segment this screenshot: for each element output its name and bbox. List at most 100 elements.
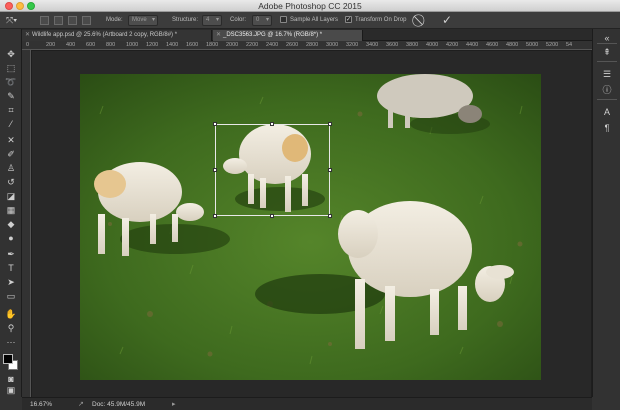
transform-handle[interactable] xyxy=(328,214,332,218)
transform-handle[interactable] xyxy=(213,214,217,218)
options-bar: ⤧▾ Mode: Move Structure: 4 Color: 0 Samp… xyxy=(0,12,620,29)
tools-panel: ✥ ⬚ ➰ ✎ ⌗ ⁄ ✕ ✐ ♙ ↺ ◪ ▦ ◆ ● ✒ T ➤ ▭ ✋ ⚲ … xyxy=(0,29,22,397)
mode-select[interactable]: Move xyxy=(128,15,158,26)
foreground-color-swatch[interactable] xyxy=(3,354,13,364)
app-title: Adobe Photoshop CC 2015 xyxy=(258,1,362,11)
pen-tool-icon[interactable]: ✒ xyxy=(4,249,18,260)
ruler-tick-label: 2800 xyxy=(306,42,319,48)
ruler-tick-label: 1400 xyxy=(166,42,179,48)
ruler-tick-label: 3800 xyxy=(406,42,419,48)
dodge-tool-icon[interactable]: ● xyxy=(4,233,18,244)
ruler-tick-label: 5200 xyxy=(546,42,559,48)
history-panel-icon[interactable]: ⇞ xyxy=(600,47,614,58)
transform-handle[interactable] xyxy=(270,122,274,126)
brush-tool-icon[interactable]: ✐ xyxy=(4,149,18,160)
status-corner xyxy=(0,397,22,410)
screen-mode-icon[interactable]: ▣ xyxy=(4,385,18,396)
character-panel-icon[interactable]: A xyxy=(600,107,614,118)
ruler-tick-label: 4600 xyxy=(486,42,499,48)
ruler-tick-label: 400 xyxy=(66,42,76,48)
ruler-tick-label: 4400 xyxy=(466,42,479,48)
ruler-tick-label: 1000 xyxy=(126,42,139,48)
clone-stamp-tool-icon[interactable]: ♙ xyxy=(4,163,18,174)
ruler-tick-label: 800 xyxy=(106,42,116,48)
close-tab-icon[interactable]: ✕ xyxy=(216,30,221,41)
panel-separator xyxy=(597,43,617,44)
ruler-tick-label: 4000 xyxy=(426,42,439,48)
ruler-tick-label: 3400 xyxy=(366,42,379,48)
ruler-tick-label: 3000 xyxy=(326,42,339,48)
selection-transform-box[interactable] xyxy=(213,122,332,218)
healing-brush-tool-icon[interactable]: ✕ xyxy=(4,135,18,146)
zoom-level[interactable]: 16.67% xyxy=(30,401,52,408)
title-bar: Adobe Photoshop CC 2015 xyxy=(0,0,620,12)
ruler-tick-label: 54 xyxy=(566,42,573,48)
status-menu-arrow-icon[interactable]: ▸ xyxy=(172,400,176,408)
ruler-tick-label: 1200 xyxy=(146,42,159,48)
ruler-tick-label: 1800 xyxy=(206,42,219,48)
ruler-tick-label: 2400 xyxy=(266,42,279,48)
panel-dock: « ⇞ ☰ ⓘ A ¶ xyxy=(592,29,620,397)
transform-handle[interactable] xyxy=(328,168,332,172)
intersect-selection-button[interactable] xyxy=(82,16,91,25)
status-corner-right xyxy=(592,397,620,410)
hand-tool-icon[interactable]: ✋ xyxy=(4,309,18,320)
history-brush-tool-icon[interactable]: ↺ xyxy=(4,177,18,188)
marquee-tool-icon[interactable]: ⬚ xyxy=(4,63,18,74)
lasso-tool-icon[interactable]: ➰ xyxy=(4,77,18,88)
document-tabs: ✕ Wildlife app.psd @ 25.6% (Artboard 2 c… xyxy=(22,29,592,41)
new-selection-button[interactable] xyxy=(40,16,49,25)
color-select[interactable]: 0 xyxy=(252,15,272,26)
document-canvas[interactable] xyxy=(80,74,541,380)
ruler-tick-label: 600 xyxy=(86,42,96,48)
subtract-from-selection-button[interactable] xyxy=(68,16,77,25)
status-bar: 16.67% ↗ Doc: 45.9M/45.9M ▸ xyxy=(22,397,592,410)
paragraph-panel-icon[interactable]: ¶ xyxy=(600,123,614,134)
blur-tool-icon[interactable]: ◆ xyxy=(4,219,18,230)
more-tools-icon[interactable]: ··· xyxy=(4,337,18,348)
properties-panel-icon[interactable]: ☰ xyxy=(600,69,614,80)
zoom-tool-icon[interactable]: ⚲ xyxy=(4,323,18,334)
transform-handle[interactable] xyxy=(270,214,274,218)
tab-wildlife-app[interactable]: ✕ Wildlife app.psd @ 25.6% (Artboard 2 c… xyxy=(22,30,212,41)
ruler-tick-label: 1600 xyxy=(186,42,199,48)
gradient-tool-icon[interactable]: ▦ xyxy=(4,205,18,216)
sample-all-layers-label: Sample All Layers xyxy=(290,17,339,23)
crop-tool-icon[interactable]: ⌗ xyxy=(4,105,18,116)
quick-selection-tool-icon[interactable]: ✎ xyxy=(4,91,18,102)
lambs-photo xyxy=(80,74,541,380)
transform-handle[interactable] xyxy=(328,122,332,126)
content-aware-move-tool-icon[interactable]: ⤧▾ xyxy=(6,15,22,26)
tab-label: _DSC3563.JPG @ 16.7% (RGB/8*) * xyxy=(223,32,323,38)
ruler-tick-label: 2600 xyxy=(286,42,299,48)
structure-select[interactable]: 4 xyxy=(202,15,222,26)
path-selection-tool-icon[interactable]: ➤ xyxy=(4,277,18,288)
ruler-tick-label: 5000 xyxy=(526,42,539,48)
share-icon[interactable]: ↗ xyxy=(78,400,84,408)
type-tool-icon[interactable]: T xyxy=(4,263,18,274)
ruler-tick-label: 4200 xyxy=(446,42,459,48)
panel-separator xyxy=(597,99,617,100)
transform-on-drop-checkbox[interactable]: ✓ xyxy=(345,16,352,23)
move-tool-icon[interactable]: ✥ xyxy=(4,49,18,60)
ruler-tick-label: 2000 xyxy=(226,42,239,48)
ruler-tick-label: 0 xyxy=(26,42,30,48)
eraser-tool-icon[interactable]: ◪ xyxy=(4,191,18,202)
ruler-tick-label: 3600 xyxy=(386,42,399,48)
checkmark-icon[interactable]: ✓ xyxy=(442,13,452,27)
tab-label: Wildlife app.psd @ 25.6% (Artboard 2 cop… xyxy=(32,32,178,38)
vertical-ruler[interactable] xyxy=(22,50,31,397)
tab-dsc3563[interactable]: ✕ _DSC3563.JPG @ 16.7% (RGB/8*) * xyxy=(213,30,363,41)
close-tab-icon[interactable]: ✕ xyxy=(25,30,30,41)
transform-handle[interactable] xyxy=(213,168,217,172)
eyedropper-tool-icon[interactable]: ⁄ xyxy=(4,119,18,130)
mode-label: Mode: xyxy=(106,17,123,23)
quick-mask-icon[interactable]: ◙ xyxy=(4,374,18,385)
sample-all-layers-checkbox[interactable] xyxy=(280,16,287,23)
horizontal-ruler[interactable]: 0 200 400 600 800 1000 1200 1400 1600 18… xyxy=(22,41,592,50)
transform-handle[interactable] xyxy=(213,122,217,126)
add-to-selection-button[interactable] xyxy=(54,16,63,25)
info-panel-icon[interactable]: ⓘ xyxy=(600,85,614,96)
rectangle-tool-icon[interactable]: ▭ xyxy=(4,291,18,302)
ruler-tick-label: 2200 xyxy=(246,42,259,48)
